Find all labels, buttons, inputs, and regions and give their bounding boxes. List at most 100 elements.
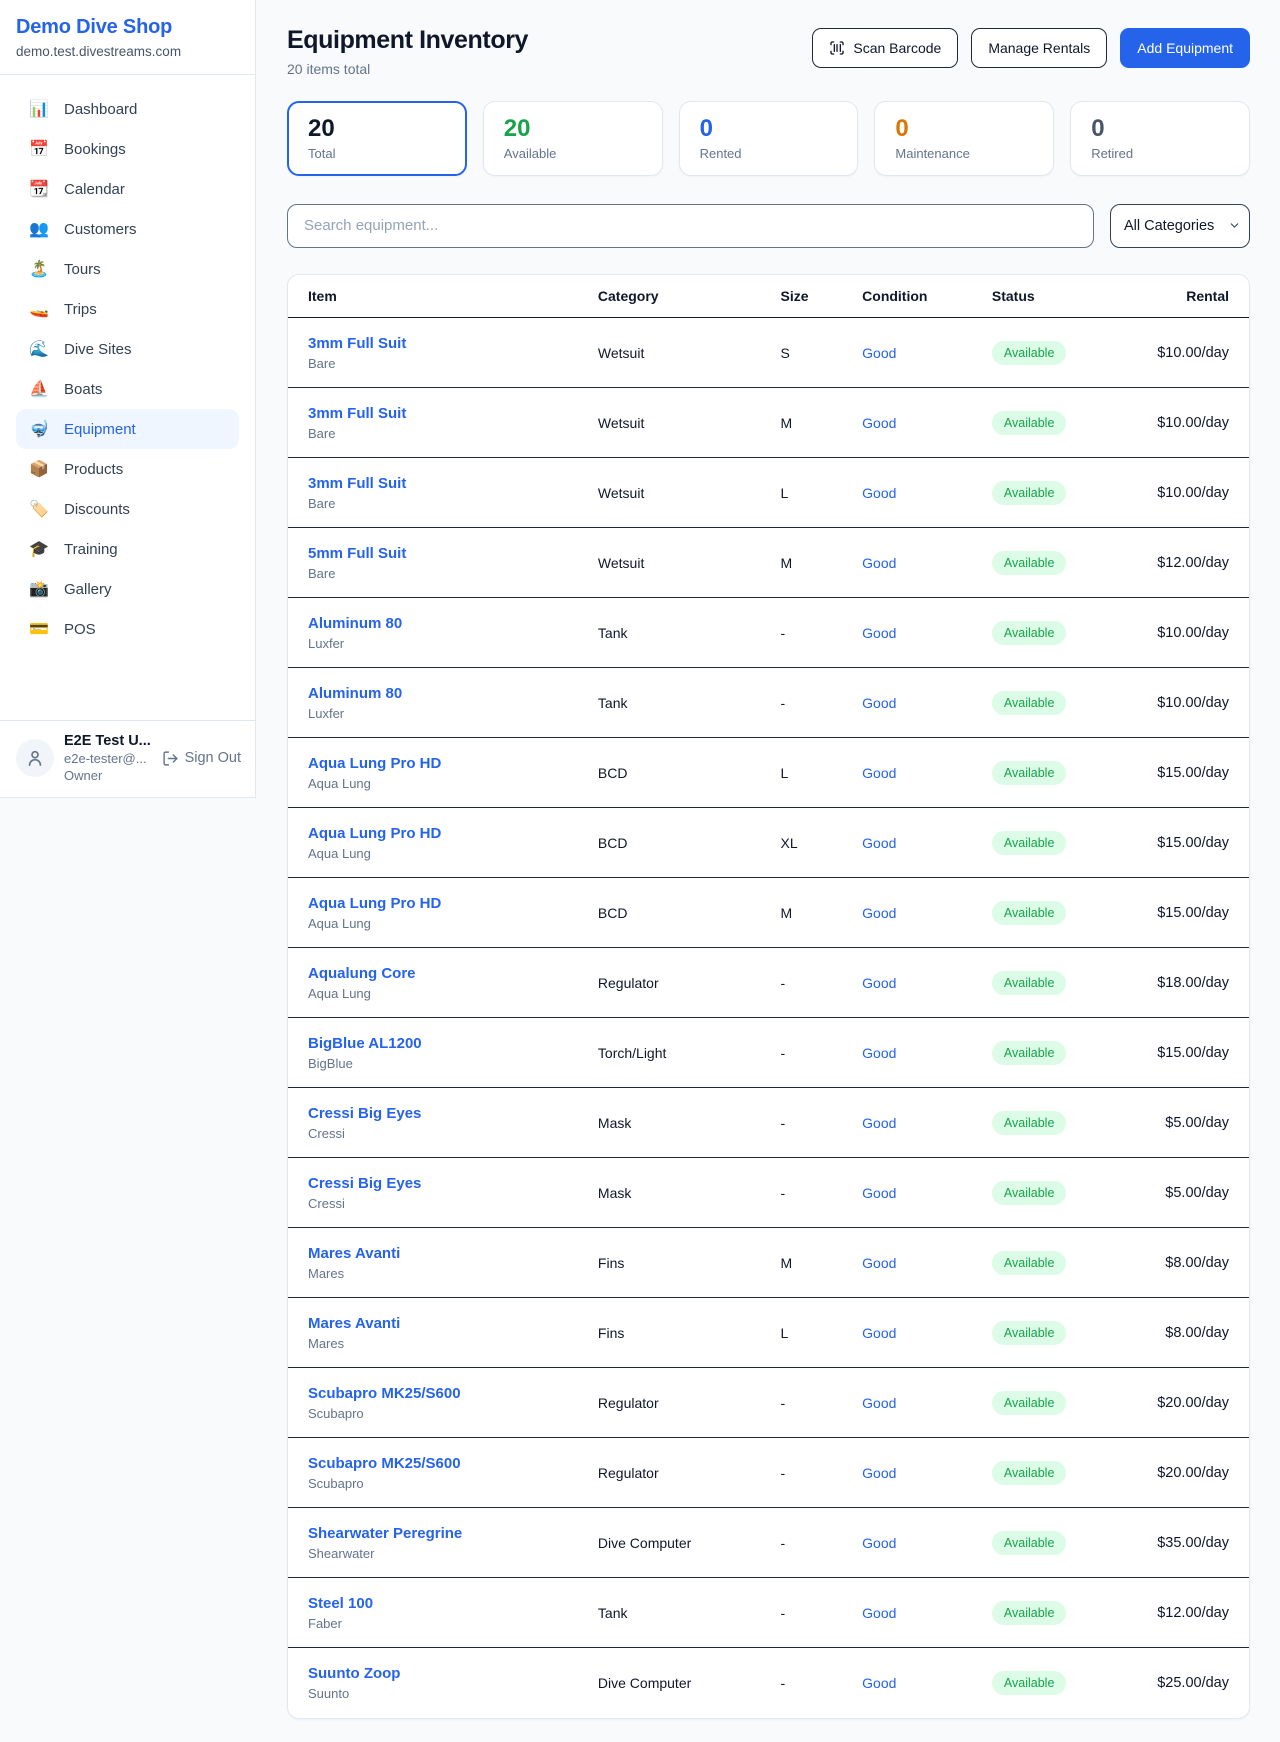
sidebar-item-dive-sites[interactable]: 🌊 Dive Sites	[16, 329, 239, 369]
stat-card-maintenance[interactable]: 0 Maintenance	[874, 101, 1054, 176]
sidebar-item-training[interactable]: 🎓 Training	[16, 529, 239, 569]
category-select[interactable]: All Categories	[1110, 204, 1250, 248]
item-condition-link[interactable]: Good	[862, 1395, 896, 1411]
item-name-link[interactable]: Mares Avanti	[308, 1315, 400, 1332]
item-condition-link[interactable]: Good	[862, 1185, 896, 1201]
item-name-link[interactable]: Cressi Big Eyes	[308, 1105, 421, 1122]
item-brand: Scubapro	[308, 1406, 574, 1421]
item-condition-link[interactable]: Good	[862, 975, 896, 991]
items-total-count: 20 items total	[287, 61, 528, 77]
item-condition-link[interactable]: Good	[862, 345, 896, 361]
item-condition-link[interactable]: Good	[862, 1045, 896, 1061]
item-size: -	[768, 1648, 850, 1718]
status-badge: Available	[992, 1321, 1067, 1345]
item-name-link[interactable]: Aqua Lung Pro HD	[308, 895, 441, 912]
table-row: Aqua Lung Pro HD Aqua Lung BCD XL Good A…	[288, 808, 1249, 878]
sidebar-item-boats[interactable]: ⛵ Boats	[16, 369, 239, 409]
item-size: -	[768, 1438, 850, 1508]
stat-card-rented[interactable]: 0 Rented	[679, 101, 859, 176]
status-badge: Available	[992, 1391, 1067, 1415]
sidebar-item-trips[interactable]: 🚤 Trips	[16, 289, 239, 329]
manage-rentals-button[interactable]: Manage Rentals	[971, 28, 1107, 68]
item-category: Regulator	[586, 1438, 769, 1508]
item-name-link[interactable]: Mares Avanti	[308, 1245, 400, 1262]
user-meta: E2E Test U... e2e-tester@... Owner	[64, 733, 151, 783]
person-icon	[25, 748, 45, 768]
item-brand: BigBlue	[308, 1056, 574, 1071]
item-rental: $20.00/day	[1129, 1368, 1249, 1438]
sidebar-item-bookings[interactable]: 📅 Bookings	[16, 129, 239, 169]
item-name-link[interactable]: 3mm Full Suit	[308, 405, 406, 422]
scan-barcode-button[interactable]: Scan Barcode	[812, 28, 958, 68]
item-condition-link[interactable]: Good	[862, 765, 896, 781]
item-name-link[interactable]: Scubapro MK25/S600	[308, 1455, 461, 1472]
item-name-link[interactable]: 3mm Full Suit	[308, 475, 406, 492]
item-size: -	[768, 668, 850, 738]
add-equipment-label: Add Equipment	[1137, 40, 1233, 56]
item-rental: $15.00/day	[1129, 878, 1249, 948]
item-name-link[interactable]: Scubapro MK25/S600	[308, 1385, 461, 1402]
status-badge: Available	[992, 971, 1067, 995]
item-category: Tank	[586, 1578, 769, 1648]
sidebar-item-discounts[interactable]: 🏷️ Discounts	[16, 489, 239, 529]
item-rental: $10.00/day	[1129, 318, 1249, 388]
scan-barcode-icon	[829, 40, 845, 56]
item-name-link[interactable]: Cressi Big Eyes	[308, 1175, 421, 1192]
stat-card-retired[interactable]: 0 Retired	[1070, 101, 1250, 176]
sidebar-item-label: Tours	[64, 261, 101, 278]
item-condition-link[interactable]: Good	[862, 415, 896, 431]
item-condition-link[interactable]: Good	[862, 1325, 896, 1341]
item-name-link[interactable]: Aluminum 80	[308, 615, 402, 632]
sidebar-item-tours[interactable]: 🏝️ Tours	[16, 249, 239, 289]
sign-out-button[interactable]: Sign Out	[162, 750, 241, 767]
item-condition-link[interactable]: Good	[862, 1115, 896, 1131]
page-header: Equipment Inventory 20 items total Scan …	[287, 26, 1250, 77]
item-condition-link[interactable]: Good	[862, 1675, 896, 1691]
item-name-link[interactable]: 3mm Full Suit	[308, 335, 406, 352]
status-badge: Available	[992, 621, 1067, 645]
col-header-item: Item	[288, 275, 586, 318]
sidebar-item-label: Customers	[64, 221, 137, 238]
item-name-link[interactable]: Aluminum 80	[308, 685, 402, 702]
sidebar-item-equipment[interactable]: 🤿 Equipment	[16, 409, 239, 449]
item-condition-link[interactable]: Good	[862, 555, 896, 571]
stat-card-available[interactable]: 20 Available	[483, 101, 663, 176]
credit-card-icon: 💳	[28, 619, 50, 639]
sidebar-item-label: Gallery	[64, 581, 112, 598]
item-name-link[interactable]: Shearwater Peregrine	[308, 1525, 462, 1542]
status-badge: Available	[992, 1601, 1067, 1625]
item-name-link[interactable]: Suunto Zoop	[308, 1665, 400, 1682]
sidebar-item-pos[interactable]: 💳 POS	[16, 609, 239, 649]
item-name-link[interactable]: Aqua Lung Pro HD	[308, 755, 441, 772]
search-input[interactable]	[287, 204, 1094, 248]
item-condition-link[interactable]: Good	[862, 835, 896, 851]
user-name: E2E Test U...	[64, 733, 151, 749]
item-category: BCD	[586, 808, 769, 878]
item-condition-link[interactable]: Good	[862, 1535, 896, 1551]
item-name-link[interactable]: Aqua Lung Pro HD	[308, 825, 441, 842]
item-name-link[interactable]: Aqualung Core	[308, 965, 416, 982]
status-badge: Available	[992, 1111, 1067, 1135]
sidebar-item-gallery[interactable]: 📸 Gallery	[16, 569, 239, 609]
sign-out-label: Sign Out	[185, 750, 241, 766]
table-row: Suunto Zoop Suunto Dive Computer - Good …	[288, 1648, 1249, 1718]
item-condition-link[interactable]: Good	[862, 485, 896, 501]
sidebar-item-calendar[interactable]: 📆 Calendar	[16, 169, 239, 209]
sidebar-item-products[interactable]: 📦 Products	[16, 449, 239, 489]
item-name-link[interactable]: Steel 100	[308, 1595, 373, 1612]
status-badge: Available	[992, 411, 1067, 435]
item-brand: Bare	[308, 356, 574, 371]
item-condition-link[interactable]: Good	[862, 905, 896, 921]
stat-card-total[interactable]: 20 Total	[287, 101, 467, 176]
item-name-link[interactable]: BigBlue AL1200	[308, 1035, 422, 1052]
item-condition-link[interactable]: Good	[862, 1605, 896, 1621]
col-header-condition: Condition	[850, 275, 980, 318]
sidebar-item-customers[interactable]: 👥 Customers	[16, 209, 239, 249]
item-condition-link[interactable]: Good	[862, 1465, 896, 1481]
item-condition-link[interactable]: Good	[862, 625, 896, 641]
item-condition-link[interactable]: Good	[862, 1255, 896, 1271]
add-equipment-button[interactable]: Add Equipment	[1120, 28, 1250, 68]
item-name-link[interactable]: 5mm Full Suit	[308, 545, 406, 562]
item-condition-link[interactable]: Good	[862, 695, 896, 711]
sidebar-item-dashboard[interactable]: 📊 Dashboard	[16, 89, 239, 129]
